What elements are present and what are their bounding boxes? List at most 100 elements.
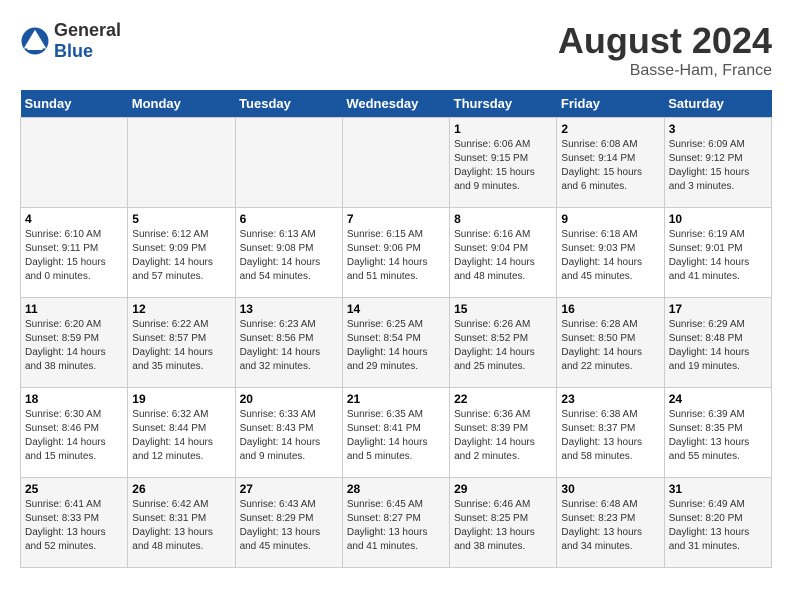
calendar-cell: 5Sunrise: 6:12 AM Sunset: 9:09 PM Daylig…: [128, 208, 235, 298]
calendar-cell: 20 Sunrise: 6:33 AM Sunset: 8:43 PM Dayli…: [235, 388, 342, 478]
day-info: Sunrise: 6:42 AM Sunset: 8:31 PM Dayligh…: [132, 498, 230, 554]
calendar-cell: 9 Sunrise: 6:18 AM Sunset: 9:03 PM Daylig…: [557, 208, 664, 298]
main-title: August 2024: [558, 20, 772, 62]
day-info: Sunrise: 6:46 AM Sunset: 8:25 PM Dayligh…: [454, 498, 552, 554]
day-number: 29: [454, 482, 552, 496]
calendar-week-5: 25 Sunrise: 6:41 AM Sunset: 8:33 PM Dayli…: [21, 478, 772, 568]
calendar-cell: 27 Sunrise: 6:43 AM Sunset: 8:29 PM Dayli…: [235, 478, 342, 568]
calendar-cell: 15 Sunrise: 6:26 AM Sunset: 8:52 PM Dayli…: [450, 298, 557, 388]
col-header-tuesday: Tuesday: [235, 90, 342, 118]
day-number: 10: [669, 212, 767, 226]
calendar-cell: 8 Sunrise: 6:16 AM Sunset: 9:04 PM Daylig…: [450, 208, 557, 298]
day-info: Sunrise: 6:45 AM Sunset: 8:27 PM Dayligh…: [347, 498, 445, 554]
calendar-cell: 31 Sunrise: 6:49 AM Sunset: 8:20 PM Dayli…: [664, 478, 771, 568]
calendar-cell: 25 Sunrise: 6:41 AM Sunset: 8:33 PM Dayli…: [21, 478, 128, 568]
day-number: 12: [132, 302, 230, 316]
title-block: August 2024 Basse-Ham, France: [558, 20, 772, 80]
day-number: 15: [454, 302, 552, 316]
day-number: 30: [561, 482, 659, 496]
day-info: Sunrise: 6:10 AM Sunset: 9:11 PM Dayligh…: [25, 228, 123, 284]
day-number: 26: [132, 482, 230, 496]
day-number: 18: [25, 392, 123, 406]
day-number: 23: [561, 392, 659, 406]
day-number: 28: [347, 482, 445, 496]
day-number: 6: [240, 212, 338, 226]
day-number: 9: [561, 212, 659, 226]
calendar-cell: [235, 118, 342, 208]
col-header-friday: Friday: [557, 90, 664, 118]
day-number: 14: [347, 302, 445, 316]
day-info: Sunrise: 6:19 AM Sunset: 9:01 PM Dayligh…: [669, 228, 767, 284]
day-info: Sunrise: 6:48 AM Sunset: 8:23 PM Dayligh…: [561, 498, 659, 554]
calendar-cell: 22 Sunrise: 6:36 AM Sunset: 8:39 PM Dayli…: [450, 388, 557, 478]
calendar-cell: 30 Sunrise: 6:48 AM Sunset: 8:23 PM Dayli…: [557, 478, 664, 568]
day-info: Sunrise: 6:08 AM Sunset: 9:14 PM Dayligh…: [561, 138, 659, 194]
calendar-cell: 12Sunrise: 6:22 AM Sunset: 8:57 PM Dayli…: [128, 298, 235, 388]
calendar-cell: 3Sunrise: 6:09 AM Sunset: 9:12 PM Daylig…: [664, 118, 771, 208]
calendar-cell: 10 Sunrise: 6:19 AM Sunset: 9:01 PM Dayli…: [664, 208, 771, 298]
day-info: Sunrise: 6:18 AM Sunset: 9:03 PM Dayligh…: [561, 228, 659, 284]
day-info: Sunrise: 6:39 AM Sunset: 8:35 PM Dayligh…: [669, 408, 767, 464]
day-number: 19: [132, 392, 230, 406]
day-number: 8: [454, 212, 552, 226]
day-number: 13: [240, 302, 338, 316]
day-info: Sunrise: 6:06 AM Sunset: 9:15 PM Dayligh…: [454, 138, 552, 194]
day-number: 2: [561, 122, 659, 136]
calendar-cell: 7Sunrise: 6:15 AM Sunset: 9:06 PM Daylig…: [342, 208, 449, 298]
day-info: Sunrise: 6:49 AM Sunset: 8:20 PM Dayligh…: [669, 498, 767, 554]
day-info: Sunrise: 6:09 AM Sunset: 9:12 PM Dayligh…: [669, 138, 767, 194]
day-info: Sunrise: 6:43 AM Sunset: 8:29 PM Dayligh…: [240, 498, 338, 554]
calendar-cell: 16Sunrise: 6:28 AM Sunset: 8:50 PM Dayli…: [557, 298, 664, 388]
day-info: Sunrise: 6:33 AM Sunset: 8:43 PM Dayligh…: [240, 408, 338, 464]
day-number: 21: [347, 392, 445, 406]
calendar-cell: 4 Sunrise: 6:10 AM Sunset: 9:11 PM Daylig…: [21, 208, 128, 298]
day-number: 24: [669, 392, 767, 406]
day-info: Sunrise: 6:35 AM Sunset: 8:41 PM Dayligh…: [347, 408, 445, 464]
logo-blue: Blue: [54, 41, 93, 61]
day-info: Sunrise: 6:16 AM Sunset: 9:04 PM Dayligh…: [454, 228, 552, 284]
calendar-week-1: 1 Sunrise: 6:06 AM Sunset: 9:15 PM Daylig…: [21, 118, 772, 208]
day-number: 31: [669, 482, 767, 496]
col-header-wednesday: Wednesday: [342, 90, 449, 118]
calendar-cell: 13 Sunrise: 6:23 AM Sunset: 8:56 PM Dayli…: [235, 298, 342, 388]
calendar-cell: 26 Sunrise: 6:42 AM Sunset: 8:31 PM Dayli…: [128, 478, 235, 568]
day-number: 20: [240, 392, 338, 406]
day-number: 1: [454, 122, 552, 136]
day-number: 4: [25, 212, 123, 226]
day-info: Sunrise: 6:25 AM Sunset: 8:54 PM Dayligh…: [347, 318, 445, 374]
day-info: Sunrise: 6:30 AM Sunset: 8:46 PM Dayligh…: [25, 408, 123, 464]
calendar-week-4: 18 Sunrise: 6:30 AM Sunset: 8:46 PM Dayli…: [21, 388, 772, 478]
calendar-week-3: 11 Sunrise: 6:20 AM Sunset: 8:59 PM Dayli…: [21, 298, 772, 388]
day-number: 27: [240, 482, 338, 496]
day-info: Sunrise: 6:29 AM Sunset: 8:48 PM Dayligh…: [669, 318, 767, 374]
calendar-week-2: 4 Sunrise: 6:10 AM Sunset: 9:11 PM Daylig…: [21, 208, 772, 298]
logo-icon: [20, 26, 50, 56]
day-number: 25: [25, 482, 123, 496]
calendar-table: SundayMondayTuesdayWednesdayThursdayFrid…: [20, 90, 772, 568]
day-info: Sunrise: 6:38 AM Sunset: 8:37 PM Dayligh…: [561, 408, 659, 464]
col-header-monday: Monday: [128, 90, 235, 118]
day-number: 16: [561, 302, 659, 316]
calendar-cell: 19Sunrise: 6:32 AM Sunset: 8:44 PM Dayli…: [128, 388, 235, 478]
day-number: 11: [25, 302, 123, 316]
calendar-cell: 23 Sunrise: 6:38 AM Sunset: 8:37 PM Dayli…: [557, 388, 664, 478]
day-number: 7: [347, 212, 445, 226]
day-number: 22: [454, 392, 552, 406]
col-header-sunday: Sunday: [21, 90, 128, 118]
day-info: Sunrise: 6:23 AM Sunset: 8:56 PM Dayligh…: [240, 318, 338, 374]
calendar-cell: 1 Sunrise: 6:06 AM Sunset: 9:15 PM Daylig…: [450, 118, 557, 208]
calendar-cell: 17Sunrise: 6:29 AM Sunset: 8:48 PM Dayli…: [664, 298, 771, 388]
calendar-cell: [21, 118, 128, 208]
day-info: Sunrise: 6:36 AM Sunset: 8:39 PM Dayligh…: [454, 408, 552, 464]
page-header: General Blue August 2024 Basse-Ham, Fran…: [20, 20, 772, 80]
day-info: Sunrise: 6:13 AM Sunset: 9:08 PM Dayligh…: [240, 228, 338, 284]
day-info: Sunrise: 6:20 AM Sunset: 8:59 PM Dayligh…: [25, 318, 123, 374]
calendar-cell: [128, 118, 235, 208]
day-info: Sunrise: 6:41 AM Sunset: 8:33 PM Dayligh…: [25, 498, 123, 554]
calendar-cell: 29 Sunrise: 6:46 AM Sunset: 8:25 PM Dayli…: [450, 478, 557, 568]
day-info: Sunrise: 6:26 AM Sunset: 8:52 PM Dayligh…: [454, 318, 552, 374]
day-number: 5: [132, 212, 230, 226]
col-header-thursday: Thursday: [450, 90, 557, 118]
calendar-cell: 6 Sunrise: 6:13 AM Sunset: 9:08 PM Daylig…: [235, 208, 342, 298]
logo-general: General: [54, 20, 121, 40]
